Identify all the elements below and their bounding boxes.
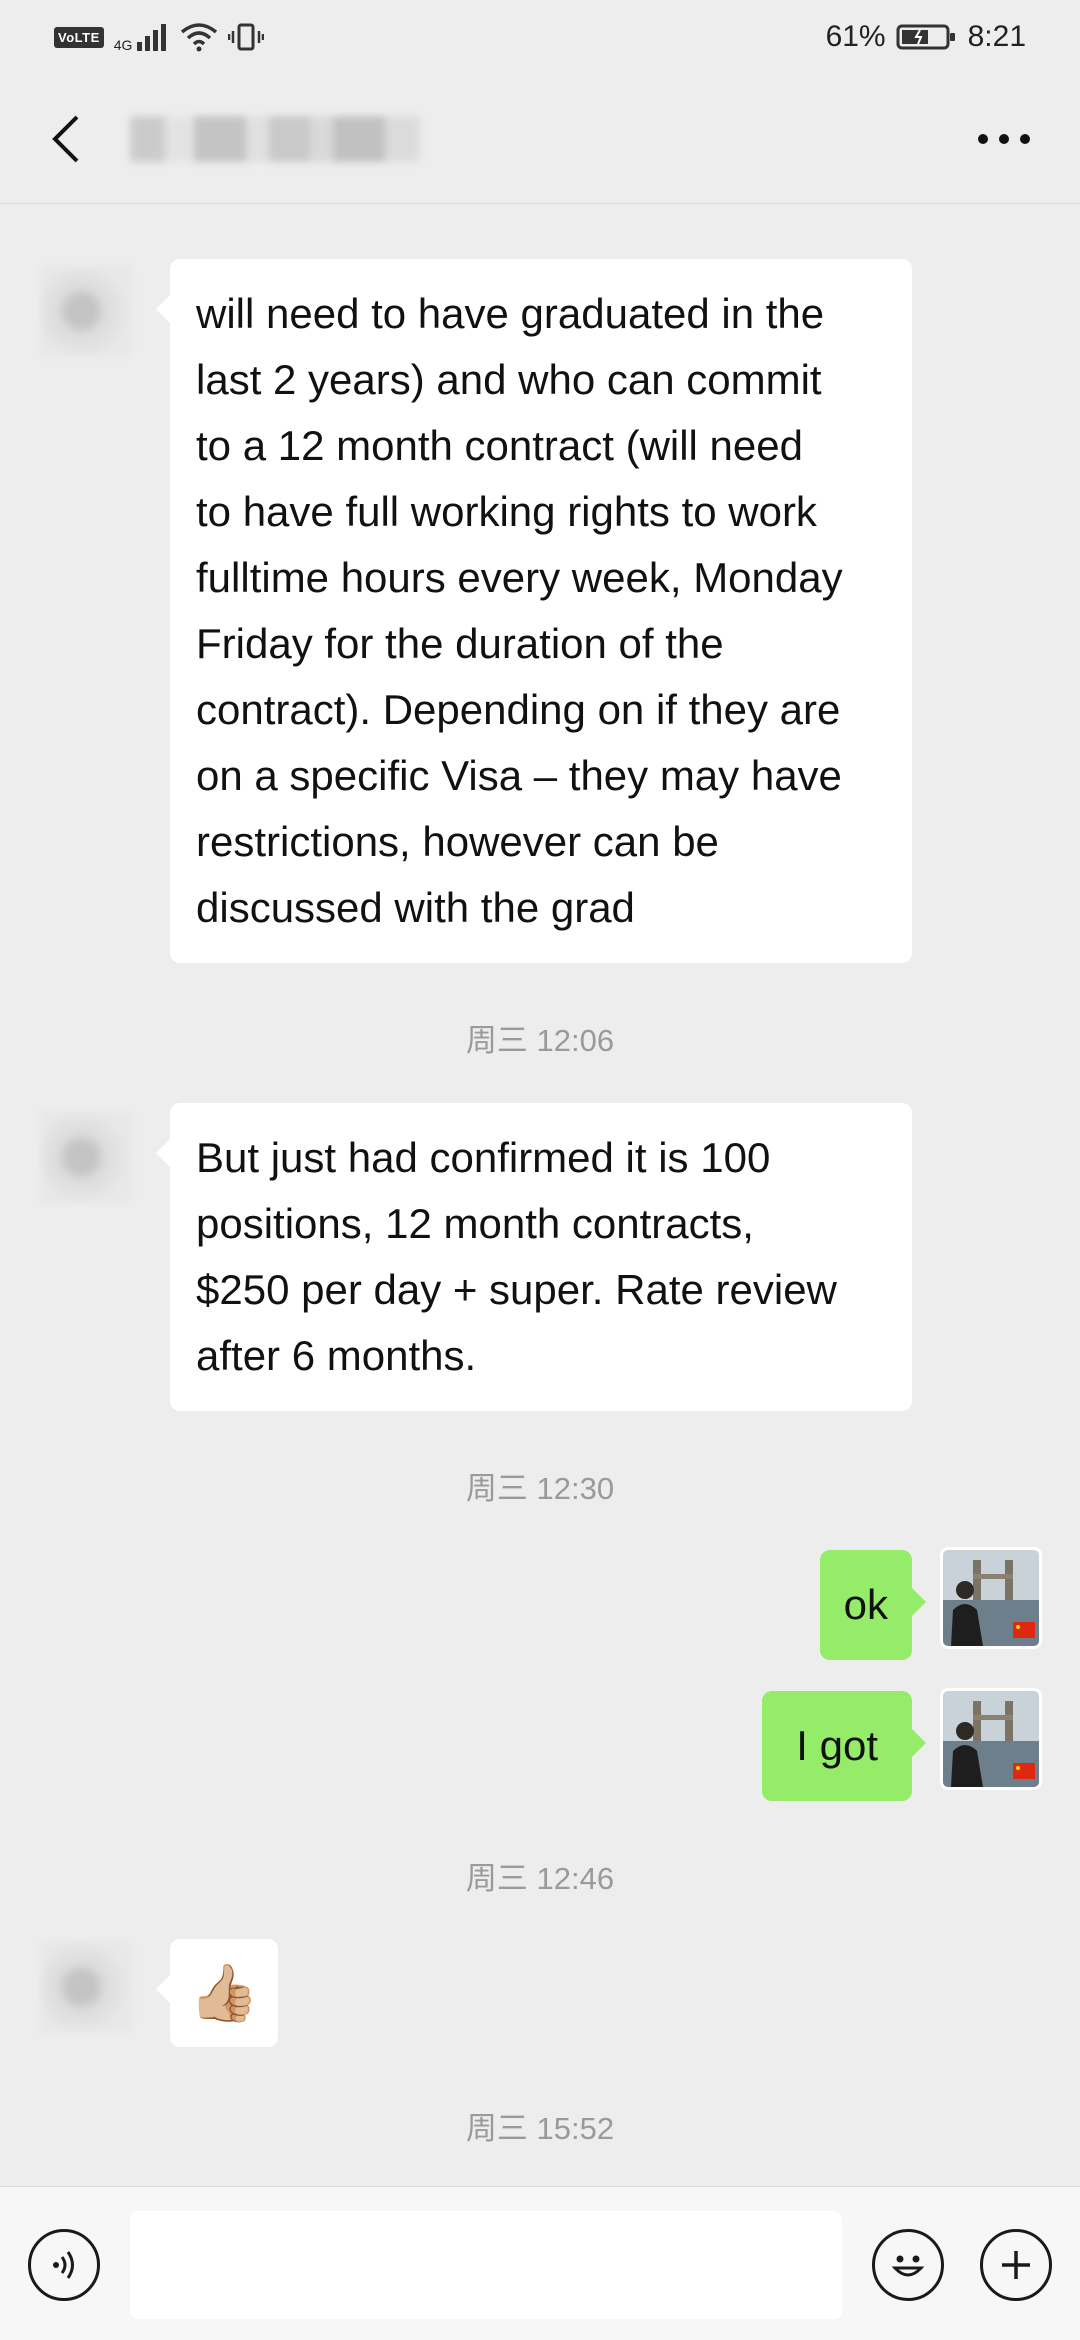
timestamp: 周三 12:06 — [465, 1023, 615, 1058]
contact-avatar[interactable] — [40, 1111, 132, 1203]
network-type: 4G — [113, 37, 133, 53]
contact-avatar[interactable] — [40, 265, 132, 357]
vibrate-icon — [228, 23, 265, 51]
volte-badge: VoLTE — [54, 26, 104, 48]
message-line: last 2 years) and who can commit — [196, 356, 822, 403]
input-bar — [0, 2186, 1080, 2340]
message-bubble-incoming[interactable]: will need to have graduated in the last … — [156, 259, 912, 963]
my-avatar[interactable] — [940, 1547, 1042, 1649]
message-line: restrictions, however can be — [196, 818, 719, 865]
battery-percent: 61% — [825, 20, 886, 53]
message-text: I got — [796, 1722, 878, 1769]
emoji-button[interactable] — [872, 2229, 944, 2301]
voice-icon — [53, 2251, 74, 2279]
avatar-photo — [943, 1691, 1039, 1787]
timestamp: 周三 12:46 — [465, 1861, 615, 1896]
message-line: positions, 12 month contracts, — [196, 1200, 754, 1247]
status-left: VoLTE 4G — [54, 21, 265, 53]
my-avatar[interactable] — [940, 1688, 1042, 1790]
message-line: will need to have graduated in the — [196, 290, 825, 337]
more-button[interactable] — [964, 109, 1044, 169]
message-list[interactable]: will need to have graduated in the last … — [0, 205, 1080, 2185]
message-line: after 6 months. — [196, 1332, 477, 1379]
smile-icon — [891, 2255, 925, 2277]
message-bubble-outgoing[interactable]: ok — [819, 1550, 927, 1660]
signal-icon — [137, 24, 167, 51]
message-line: But just had confirmed it is 100 — [196, 1134, 771, 1181]
plus-button[interactable] — [980, 2229, 1052, 2301]
message-line: to a 12 month contract (will need — [196, 422, 803, 469]
message-line: to have full working rights to work — [196, 488, 817, 535]
wifi-icon — [181, 23, 218, 52]
battery-icon — [896, 24, 955, 50]
plus-icon — [1002, 2251, 1030, 2279]
message-line: $250 per day + super. Rate review — [196, 1266, 837, 1313]
clock: 8:21 — [967, 20, 1026, 53]
timestamp: 周三 15:52 — [465, 2111, 615, 2146]
avatar-photo — [943, 1550, 1039, 1646]
message-bubble-incoming[interactable]: 👍🏼 — [156, 1939, 278, 2047]
message-text: ok — [843, 1581, 888, 1628]
contact-name-redacted — [130, 115, 420, 162]
message-input[interactable] — [130, 2211, 842, 2319]
status-right: 61% 8:21 — [826, 20, 1026, 54]
thumbs-up-emoji: 👍🏼 — [189, 1961, 259, 2024]
back-button[interactable] — [36, 109, 96, 169]
message-line: discussed with the grad — [196, 884, 635, 931]
timestamp: 周三 12:30 — [465, 1471, 615, 1506]
chevron-left-icon — [52, 115, 79, 162]
chat-header — [0, 74, 1080, 204]
message-bubble-outgoing[interactable]: I got — [762, 1691, 926, 1801]
message-line: Friday for the duration of the — [196, 620, 724, 667]
message-bubble-incoming[interactable]: But just had confirmed it is 100 positio… — [156, 1103, 912, 1411]
status-bar: VoLTE 4G 61% 8:21 — [0, 0, 1080, 74]
message-line: fulltime hours every week, Monday — [196, 554, 843, 601]
message-line: contract). Depending on if they are — [196, 686, 841, 733]
voice-button[interactable] — [28, 2229, 100, 2301]
more-dots-icon — [978, 133, 1030, 144]
message-line: on a specific Visa – they may have — [196, 752, 842, 799]
contact-avatar[interactable] — [40, 1941, 132, 2033]
